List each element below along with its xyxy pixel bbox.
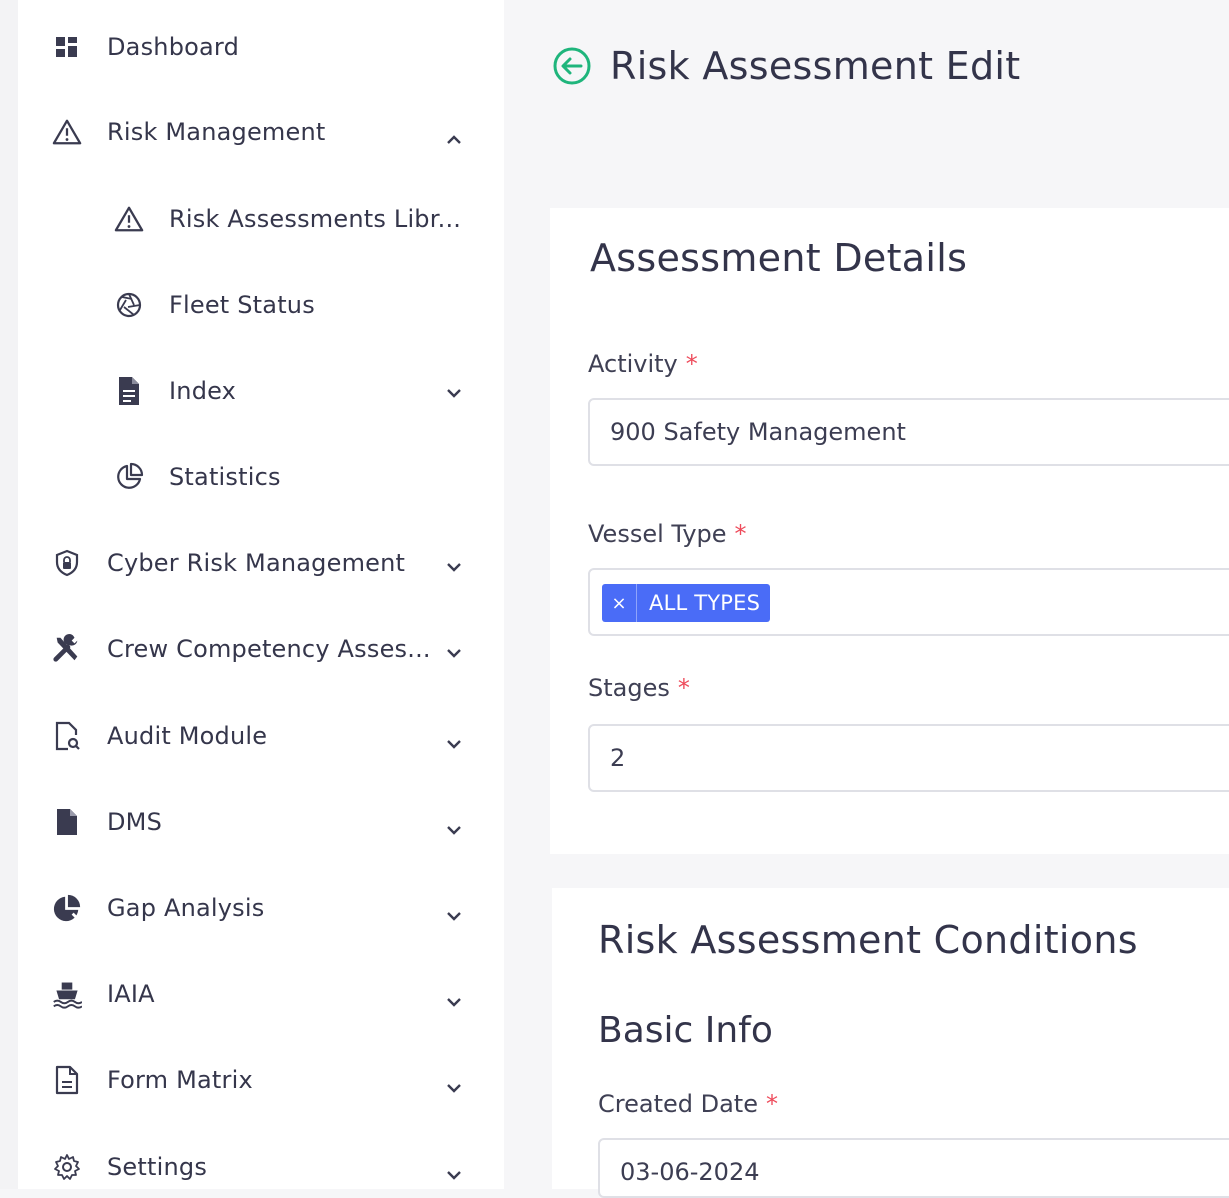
stages-input[interactable]: 2: [588, 724, 1229, 792]
gear-icon: [52, 1152, 82, 1182]
main-content: Risk Assessment Edit Assessment Details …: [504, 0, 1229, 1198]
pie-chart-icon: [52, 893, 82, 923]
created-date-label: Created Date *: [598, 1090, 778, 1118]
page-title: Risk Assessment Edit: [610, 44, 1021, 88]
sidebar-item-label: Audit Module: [107, 722, 268, 750]
tag-label: ALL TYPES: [649, 591, 761, 615]
chevron-down-icon[interactable]: [442, 818, 466, 842]
chevron-down-icon[interactable]: [442, 641, 466, 665]
vessel-type-label: Vessel Type *: [588, 520, 747, 548]
pie-chart-outline-icon: [114, 462, 144, 492]
file-search-icon: [52, 721, 82, 751]
sidebar-item-label: Fleet Status: [169, 291, 315, 319]
vessel-type-multiselect[interactable]: × ALL TYPES: [588, 568, 1229, 636]
sidebar-item-gap-analysis[interactable]: Gap Analysis: [18, 878, 504, 938]
chevron-up-icon[interactable]: [442, 128, 466, 152]
sidebar-edge: [0, 0, 18, 1189]
chevron-down-icon[interactable]: [442, 1163, 466, 1187]
sidebar-item-label: Form Matrix: [107, 1066, 253, 1094]
sidebar-item-label: Risk Assessments Libr...: [169, 205, 462, 233]
created-date-input[interactable]: 03-06-2024: [598, 1138, 1229, 1198]
stages-value: 2: [610, 744, 626, 772]
form-document-icon: [52, 1065, 82, 1095]
aperture-icon: [114, 290, 144, 320]
shield-lock-icon: [52, 548, 82, 578]
assessment-details-card: Assessment Details Activity * 900 Safety …: [550, 208, 1229, 854]
basic-info-title: Basic Info: [598, 1010, 773, 1051]
created-date-value: 03-06-2024: [620, 1158, 760, 1186]
activity-value: 900 Safety Management: [610, 418, 906, 446]
sidebar-item-label: IAIA: [107, 980, 155, 1008]
sidebar-item-fleet-status[interactable]: Fleet Status: [18, 275, 504, 335]
required-mark: *: [765, 1090, 778, 1118]
sidebar-item-risk-assessments-library[interactable]: Risk Assessments Libr...: [18, 189, 504, 249]
file-filled-icon: [52, 807, 82, 837]
sidebar-item-risk-management[interactable]: Risk Management: [18, 102, 504, 162]
card-title: Assessment Details: [590, 236, 968, 280]
sidebar-item-iaia[interactable]: IAIA: [18, 964, 504, 1024]
chevron-down-icon[interactable]: [442, 990, 466, 1014]
dashboard-grid-icon: [52, 32, 82, 62]
sidebar-item-settings[interactable]: Settings: [18, 1137, 504, 1197]
activity-select[interactable]: 900 Safety Management: [588, 398, 1229, 466]
chevron-down-icon[interactable]: [442, 732, 466, 756]
vessel-type-tag: × ALL TYPES: [602, 584, 771, 622]
page-header: Risk Assessment Edit: [552, 36, 1020, 96]
sidebar-item-form-matrix[interactable]: Form Matrix: [18, 1050, 504, 1110]
warning-triangle-icon: [114, 204, 144, 234]
activity-label: Activity *: [588, 350, 698, 378]
chevron-down-icon[interactable]: [442, 904, 466, 928]
required-mark: *: [677, 674, 690, 702]
required-mark: *: [685, 350, 698, 378]
sidebar-item-dms[interactable]: DMS: [18, 792, 504, 852]
sidebar-item-dashboard[interactable]: Dashboard: [18, 17, 504, 77]
warning-triangle-icon: [52, 117, 82, 147]
risk-assessment-conditions-card: Risk Assessment Conditions Basic Info Cr…: [552, 888, 1229, 1198]
ship-icon: [52, 979, 82, 1009]
sidebar-item-label: Cyber Risk Management: [107, 549, 406, 577]
sidebar-item-index[interactable]: Index: [18, 361, 504, 421]
required-mark: *: [734, 520, 747, 548]
sidebar-item-label: Crew Competency Asses...: [107, 635, 431, 663]
chevron-down-icon[interactable]: [442, 381, 466, 405]
chevron-down-icon[interactable]: [442, 555, 466, 579]
remove-tag-button[interactable]: ×: [602, 584, 637, 622]
chevron-down-icon[interactable]: [442, 1076, 466, 1100]
sidebar-item-statistics[interactable]: Statistics: [18, 447, 504, 507]
sidebar: Dashboard Risk Management Risk Assessmen…: [18, 0, 504, 1189]
back-arrow-circle-icon[interactable]: [552, 46, 592, 86]
sidebar-item-crew-competency-assessment[interactable]: Crew Competency Asses...: [18, 619, 504, 679]
tools-icon: [52, 634, 82, 664]
sidebar-item-audit-module[interactable]: Audit Module: [18, 706, 504, 766]
sidebar-item-label: Settings: [107, 1153, 208, 1181]
sidebar-item-label: Risk Management: [107, 118, 326, 146]
sidebar-item-label: Gap Analysis: [107, 894, 265, 922]
sidebar-item-cyber-risk-management[interactable]: Cyber Risk Management: [18, 533, 504, 593]
document-icon: [114, 376, 144, 406]
sidebar-item-label: Dashboard: [107, 33, 240, 61]
sidebar-item-label: Index: [169, 377, 237, 405]
stages-label: Stages *: [588, 674, 690, 702]
sidebar-item-label: Statistics: [169, 463, 281, 491]
sidebar-item-label: DMS: [107, 808, 163, 836]
card-title: Risk Assessment Conditions: [598, 918, 1138, 962]
